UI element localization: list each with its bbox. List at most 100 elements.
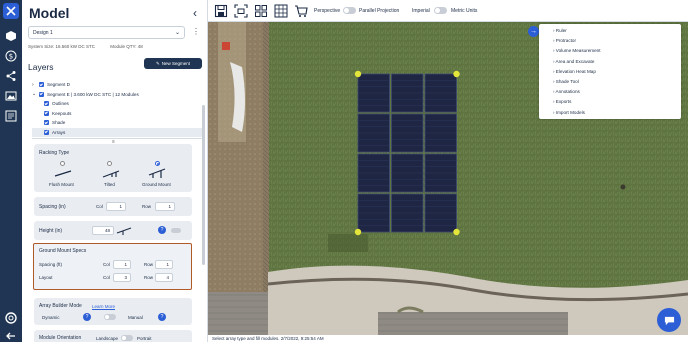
resize-handle[interactable] — [453, 70, 460, 78]
ground-mount-radio[interactable] — [155, 161, 160, 166]
layer-row[interactable]: › Segment D — [32, 80, 202, 90]
array-layout-icon[interactable] — [274, 4, 288, 18]
aerial-map-view[interactable]: → › Ruler › Protractor › Volume Measuremen… — [208, 22, 688, 335]
grid-view-icon[interactable] — [254, 4, 268, 18]
layout-col-input[interactable]: 3 — [113, 273, 131, 282]
tools-menu-item[interactable]: › Elevation Heat Map — [553, 69, 596, 74]
racking-type-heading: Racking Type — [39, 150, 70, 156]
builder-mode-toggle[interactable] — [104, 314, 116, 320]
system-size: System Size: 16.560 kW DC STC — [28, 44, 96, 49]
resize-handle[interactable] — [354, 228, 362, 236]
module-qty: Module QTY: 48 — [110, 44, 143, 49]
layer-checkbox[interactable] — [39, 91, 44, 97]
chat-button[interactable] — [657, 308, 681, 332]
tools-toggle-button[interactable]: → — [528, 26, 539, 37]
racking-type-section: Racking Type Flush Mount Tilted Ground M… — [34, 144, 192, 192]
ground-mount-specs-section: Ground Mount Specs Spacing (ft) Col 1 Ro… — [33, 243, 192, 290]
report-icon[interactable] — [3, 108, 19, 124]
layer-label: Outlines — [52, 101, 69, 107]
imperial-label: Imperial — [412, 8, 430, 14]
flush-mount-icon — [54, 170, 72, 177]
layer-label: Segment D — [47, 82, 70, 88]
tilted-mount-icon — [102, 170, 120, 178]
layer-checkbox[interactable] — [39, 82, 44, 88]
height-help-icon[interactable]: ? — [158, 226, 166, 234]
ground-spacing-row-input[interactable]: 1 — [155, 260, 173, 269]
ground-spacing-col-input[interactable]: 1 — [113, 260, 131, 269]
manual-help-icon[interactable]: ? — [158, 313, 166, 321]
caret-icon[interactable]: › — [32, 82, 36, 88]
map-toolbar: Perspective Parallel Projection Imperial… — [208, 0, 688, 22]
layer-checkbox[interactable] — [44, 129, 49, 135]
exit-arrow-icon[interactable] — [3, 328, 19, 342]
units-toggle[interactable] — [434, 7, 447, 14]
resize-handle[interactable] — [354, 70, 362, 78]
parallel-projection-label: Parallel Projection — [359, 8, 400, 14]
projection-toggle[interactable] — [343, 7, 356, 14]
layer-checkbox[interactable] — [44, 110, 49, 116]
array-builder-section: Array Builder Mode Learn More Dynamic ? … — [34, 298, 192, 325]
spacing-row-input[interactable]: 1 — [155, 202, 175, 211]
layer-checkbox[interactable] — [44, 101, 49, 107]
layer-checkbox[interactable] — [44, 120, 49, 126]
save-icon[interactable] — [214, 4, 228, 18]
tools-menu-item[interactable]: › Volume Measurement — [553, 48, 601, 53]
height-toggle[interactable] — [171, 228, 181, 233]
tools-menu-item[interactable]: › Ruler — [553, 28, 567, 33]
collapse-panel-icon[interactable]: ‹ — [193, 6, 197, 20]
tools-menu-item[interactable]: › Shade Tool — [553, 79, 579, 84]
layout-col-label: Col — [103, 275, 110, 280]
cart-icon[interactable] — [294, 4, 308, 18]
panel-scrollbar[interactable] — [202, 105, 205, 265]
tools-menu: › Ruler › Protractor › Volume Measurement ›… — [539, 24, 681, 119]
layer-row[interactable]: Outlines — [32, 99, 202, 109]
orientation-toggle[interactable] — [121, 335, 133, 341]
layer-row[interactable]: Shade — [32, 118, 202, 128]
page-title: Model — [29, 5, 70, 21]
app-logo-icon[interactable] — [3, 3, 19, 19]
chat-bubble-icon — [664, 316, 674, 325]
tilted-radio[interactable] — [107, 161, 112, 166]
new-segment-button[interactable]: ✎ New Segment — [144, 58, 202, 69]
cube-icon[interactable] — [3, 28, 19, 44]
layer-row[interactable]: Keepouts — [32, 109, 202, 119]
landscape-label: Landscape — [96, 336, 119, 341]
image-icon[interactable] — [3, 88, 19, 104]
learn-more-link[interactable]: Learn More — [92, 304, 115, 309]
share-icon[interactable] — [3, 68, 19, 84]
tools-menu-item[interactable]: › Protractor — [553, 38, 576, 43]
new-segment-label: New Segment — [161, 61, 191, 66]
kebab-menu-icon[interactable]: ⋮ — [192, 27, 200, 36]
resize-handle[interactable] — [453, 228, 460, 236]
caret-icon[interactable]: ⌄ — [32, 91, 36, 97]
tools-menu-item[interactable]: › Annotations — [553, 89, 580, 94]
tools-menu-item[interactable]: › Area and Excavate — [553, 59, 594, 64]
flush-mount-label: Flush Mount — [49, 182, 74, 187]
app-root: $ Model ‹ Design 1 ⌄ ⋮ System Size: 16.5… — [0, 0, 688, 342]
screenshot-icon[interactable] — [234, 4, 248, 18]
layer-label: Arrays — [52, 129, 66, 135]
spacing-col-input[interactable]: 1 — [106, 202, 126, 211]
ground-mount-icon — [148, 168, 166, 178]
builder-help-icon[interactable]: ? — [83, 313, 91, 321]
layout-row-input[interactable]: 4 — [155, 273, 173, 282]
tools-menu-item[interactable]: › Exports — [553, 99, 571, 104]
status-bar: Select array type and fill modules. 2/7/… — [208, 335, 688, 342]
perspective-label: Perspective — [314, 8, 341, 14]
design-select[interactable]: Design 1 ⌄ — [28, 26, 185, 39]
panel-divider — [32, 138, 204, 143]
help-lifebuoy-icon[interactable] — [3, 310, 19, 326]
layer-row[interactable]: ⌄ Segment E | 3.600 kW DC STC | 12 Module… — [32, 90, 202, 100]
spacing-row-value: 1 — [168, 204, 171, 209]
height-input[interactable]: 48 — [92, 226, 114, 235]
module-orientation-label: Module Orientation — [39, 335, 82, 341]
layer-tree: › Segment D ⌄ Segment E | 3.600 kW DC STC … — [32, 80, 202, 137]
tools-menu-item[interactable]: › Import Models — [553, 110, 585, 115]
flush-mount-radio[interactable] — [60, 161, 65, 166]
layout-row-label: Row — [144, 275, 154, 280]
pencil-icon: ✎ — [155, 60, 160, 66]
system-info: System Size: 16.560 kW DC STC Module QTY… — [28, 44, 157, 49]
dollar-icon[interactable]: $ — [3, 48, 19, 64]
height-section: Height (in) 48 ? — [34, 221, 192, 240]
layer-row[interactable]: Arrays — [32, 127, 202, 137]
